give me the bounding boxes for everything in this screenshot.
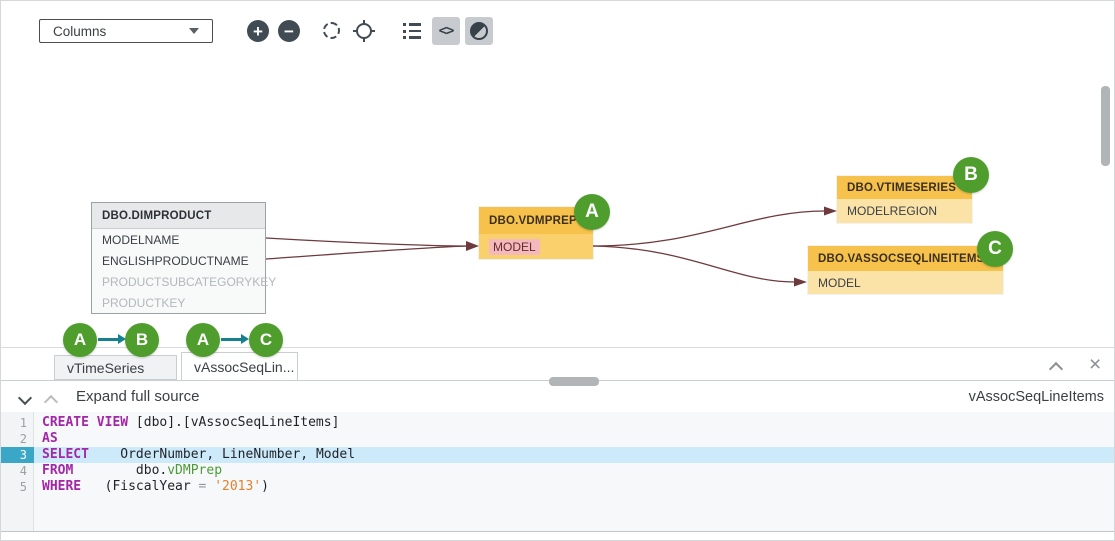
node-title: DBO.DIMPRODUCT [92, 203, 265, 229]
code-brackets-icon: <> [439, 23, 454, 39]
node-column-englishproductname[interactable]: ENGLISHPRODUCTNAME [92, 250, 265, 271]
graph-node-dimproduct[interactable]: DBO.DIMPRODUCTMODELNAMEENGLISHPRODUCTNAM… [91, 202, 266, 314]
tab-badge-a: A [63, 323, 97, 357]
node-badge-b: B [953, 157, 989, 193]
code-line-2: 2AS [1, 431, 1114, 447]
list-view-button[interactable] [403, 23, 421, 39]
reset-zoom-icon [323, 22, 340, 39]
highlighted-column-label: MODEL [489, 239, 540, 255]
line-number: 1 [1, 415, 34, 431]
center-graph-button[interactable] [353, 20, 375, 42]
contrast-icon [470, 22, 488, 40]
code-text: CREATE VIEW [dbo].[vAssocSeqLineItems] [34, 415, 1114, 431]
zoom-in-button[interactable]: + [247, 20, 269, 42]
object-name-label: vAssocSeqLineItems [969, 389, 1104, 405]
plus-icon: + [253, 23, 263, 40]
tab-badge-arrow-icon [221, 334, 249, 345]
tab-badge-arrow-icon [98, 334, 126, 345]
node-column-model[interactable]: MODEL [479, 234, 593, 259]
code-view-toggle[interactable]: <> [432, 17, 460, 45]
node-column-modelregion[interactable]: MODELREGION [837, 199, 972, 223]
edge-vdmprep-to-vtimeseries [593, 211, 825, 246]
graph-node-vassocseqlineitems[interactable]: DBO.VASSOCSEQLINEITEMSMODEL [808, 246, 1003, 294]
columns-dropdown-value: Columns [53, 24, 106, 39]
list-icon [403, 23, 421, 39]
sql-source-viewer: 1CREATE VIEW [dbo].[vAssocSeqLineItems]2… [1, 412, 1114, 532]
code-text: SELECT OrderNumber, LineNumber, Model [34, 447, 1114, 463]
code-text: FROM dbo.vDMPrep [34, 463, 1114, 479]
line-number: 5 [1, 479, 34, 495]
lineage-app-window: Columns + − <> [0, 0, 1115, 541]
node-badge-c: C [977, 231, 1013, 267]
node-column-productsubcategorykey[interactable]: PRODUCTSUBCATEGORYKEY [92, 271, 265, 292]
code-line-4: 4FROM dbo.vDMPrep [1, 463, 1114, 479]
horizontal-scrollbar-thumb[interactable] [549, 377, 599, 386]
panel-divider [1, 347, 1114, 348]
code-text: AS [34, 431, 1114, 447]
node-title: DBO.VTIMESERIES [837, 176, 972, 199]
contrast-toggle[interactable] [465, 17, 493, 45]
edge-modelname-to-vdmprep [266, 238, 467, 246]
node-title: DBO.VASSOCSEQLINEITEMS [808, 246, 1003, 271]
columns-dropdown[interactable]: Columns [39, 19, 213, 43]
tab-badge-c: C [249, 323, 283, 357]
code-line-1: 1CREATE VIEW [dbo].[vAssocSeqLineItems] [1, 415, 1114, 431]
node-column-productkey[interactable]: PRODUCTKEY [92, 292, 265, 313]
expand-source-button[interactable] [20, 390, 30, 408]
edge-englishproductname-to-vdmprep [266, 246, 467, 259]
close-panel-button[interactable]: × [1089, 354, 1101, 375]
source-tab-1[interactable]: vTimeSeries [54, 355, 177, 380]
graph-node-vtimeseries[interactable]: DBO.VTIMESERIESMODELREGION [837, 176, 972, 223]
tab-badge-b: B [125, 323, 159, 357]
code-text: WHERE (FiscalYear = '2013') [34, 479, 1114, 495]
line-number: 4 [1, 463, 34, 479]
chevron-up-icon [1049, 362, 1063, 376]
code-line-5: 5WHERE (FiscalYear = '2013') [1, 479, 1114, 495]
node-badge-a: A [574, 194, 610, 230]
chevron-up-icon [44, 395, 58, 409]
chevron-down-icon [189, 28, 199, 34]
reset-zoom-button[interactable] [323, 22, 340, 39]
code-line-3: 3SELECT OrderNumber, LineNumber, Model [1, 447, 1114, 463]
edge-vdmprep-to-vassocseqlineitems [593, 246, 795, 282]
node-column-model[interactable]: MODEL [808, 271, 1003, 294]
line-number: 2 [1, 431, 34, 447]
collapse-panel-button[interactable] [1051, 361, 1061, 379]
zoom-out-button[interactable]: − [278, 20, 300, 42]
tab-badge-a: A [186, 323, 220, 357]
line-number: 3 [1, 447, 34, 463]
collapse-source-button[interactable] [46, 394, 56, 412]
node-column-modelname[interactable]: MODELNAME [92, 229, 265, 250]
chevron-down-icon [18, 391, 32, 405]
lineage-graph-canvas: DBO.DIMPRODUCTMODELNAMEENGLISHPRODUCTNAM… [1, 47, 1114, 347]
expand-full-source-label[interactable]: Expand full source [76, 388, 199, 405]
crosshair-icon [353, 20, 375, 42]
vertical-scrollbar-thumb[interactable] [1101, 86, 1110, 166]
minus-icon: − [284, 23, 294, 40]
